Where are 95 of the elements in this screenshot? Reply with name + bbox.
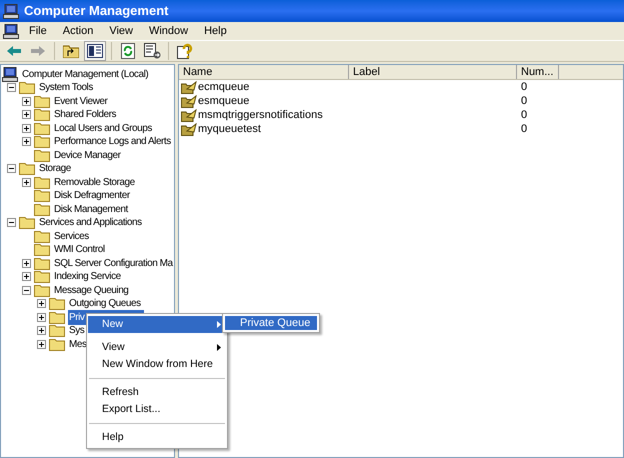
- back-arrow-icon: [7, 46, 21, 56]
- folder-icon: [34, 94, 50, 108]
- folder-icon: [19, 162, 35, 176]
- tree-item[interactable]: Storage: [38, 161, 72, 176]
- tree-item[interactable]: Local Users and Groups: [53, 120, 153, 136]
- collapse-box[interactable]: [7, 164, 16, 174]
- table-cell[interactable]: ecmqueue: [198, 78, 250, 96]
- expand-box[interactable]: [22, 178, 31, 187]
- computer-icon: [2, 66, 18, 82]
- tree-item[interactable]: Services: [53, 228, 90, 244]
- column-header[interactable]: Label: [349, 65, 517, 79]
- computer-icon: [3, 24, 19, 38]
- toolbar-button[interactable]: [141, 41, 163, 61]
- folder-icon: [34, 243, 50, 256]
- queue-icon: [181, 108, 197, 122]
- context-menu-item[interactable]: View: [88, 339, 226, 356]
- column-header[interactable]: Name: [179, 65, 349, 79]
- up-folder-icon: [63, 44, 79, 58]
- folder-icon: [19, 216, 35, 230]
- folder-icon: [34, 270, 50, 284]
- tree-item[interactable]: SQL Server Configuration Ma: [53, 256, 174, 271]
- expand-box[interactable]: [22, 110, 31, 120]
- context-menu-item[interactable]: New Window from Here: [88, 356, 226, 373]
- expand-box[interactable]: [22, 272, 31, 282]
- context-menu-item[interactable]: Help: [88, 429, 226, 446]
- tree-item[interactable]: WMI Control: [53, 242, 106, 258]
- context-menu-item[interactable]: Refresh: [88, 384, 226, 401]
- menu-item[interactable]: File: [23, 22, 53, 40]
- expand-box[interactable]: [22, 137, 31, 146]
- tree-item[interactable]: Shared Folders: [53, 107, 118, 122]
- tree-item[interactable]: Event Viewer: [53, 94, 108, 109]
- table-cell-text: 0: [520, 122, 528, 137]
- folder-icon: [34, 176, 50, 189]
- table-cell-text: 0: [520, 80, 528, 95]
- tree-item[interactable]: Computer Management (Local): [22, 66, 148, 82]
- tree-item[interactable]: Sys: [68, 323, 86, 338]
- folder-icon: [34, 189, 50, 202]
- column-header[interactable]: Num...: [517, 65, 559, 79]
- collapse-box[interactable]: [22, 286, 31, 295]
- table-cell[interactable]: myqueuetest: [198, 120, 261, 138]
- window-title: Computer Management: [24, 2, 168, 20]
- folder-icon: [49, 310, 65, 324]
- expand-box[interactable]: [37, 299, 46, 308]
- folder-icon: [34, 202, 50, 216]
- toolbar-button[interactable]: [84, 41, 106, 61]
- tree-item[interactable]: Performance Logs and Alerts: [53, 134, 172, 150]
- tree-item[interactable]: Outgoing Queues: [68, 296, 142, 312]
- context-menu-item[interactable]: Export List...: [88, 401, 226, 418]
- menu-item[interactable]: Help: [198, 22, 233, 40]
- tree-item[interactable]: Removable Storage: [53, 174, 136, 190]
- menu-item[interactable]: View: [103, 22, 139, 40]
- collapse-box[interactable]: [7, 83, 16, 92]
- tree-item[interactable]: System Tools: [38, 80, 94, 96]
- tree-item[interactable]: Disk Management: [53, 202, 129, 217]
- tree-item[interactable]: Message Queuing: [53, 282, 130, 298]
- tree-item[interactable]: Mes: [68, 336, 88, 352]
- export-list-icon: [144, 43, 160, 59]
- submenu-arrow-icon: [217, 344, 221, 351]
- folder-icon: [34, 284, 50, 297]
- table-cell-text: 0: [520, 94, 528, 109]
- queue-icon: [181, 94, 197, 108]
- queue-icon: [181, 122, 197, 136]
- tree-item[interactable]: Disk Defragmenter: [53, 188, 131, 204]
- table-cell[interactable]: esmqueue: [198, 92, 250, 110]
- expand-box[interactable]: [22, 96, 31, 106]
- menu-item[interactable]: Action: [56, 22, 100, 40]
- help-icon: [177, 43, 193, 59]
- expand-box[interactable]: [37, 312, 46, 322]
- menu-item[interactable]: Window: [142, 22, 194, 40]
- folder-icon: [49, 297, 65, 310]
- tree-item[interactable]: Services and Applications: [38, 215, 143, 230]
- expand-box[interactable]: [37, 326, 46, 336]
- forward-arrow-icon: [31, 46, 45, 56]
- folder-icon: [34, 230, 50, 243]
- queue-icon: [181, 80, 197, 94]
- refresh-icon: [121, 43, 135, 59]
- folder-icon: [34, 122, 50, 135]
- tree-item[interactable]: Device Manager: [53, 148, 122, 163]
- folder-icon: [34, 108, 50, 122]
- folder-icon: [34, 135, 50, 148]
- expand-box[interactable]: [22, 258, 31, 268]
- folder-icon: [49, 338, 65, 351]
- computer-icon: [3, 4, 19, 18]
- expand-box[interactable]: [37, 340, 46, 349]
- folder-icon: [34, 256, 50, 270]
- folder-icon: [49, 324, 65, 338]
- folder-icon: [34, 148, 50, 162]
- tree-item[interactable]: Indexing Service: [53, 269, 122, 284]
- table-cell[interactable]: msmqtriggersnotifications: [198, 106, 323, 124]
- table-cell-text: 0: [520, 108, 528, 123]
- submenu-item[interactable]: Private Queue: [225, 316, 317, 330]
- folder-icon: [19, 81, 35, 94]
- panes-icon: [87, 44, 103, 58]
- expand-box[interactable]: [22, 124, 31, 133]
- collapse-box[interactable]: [7, 218, 16, 228]
